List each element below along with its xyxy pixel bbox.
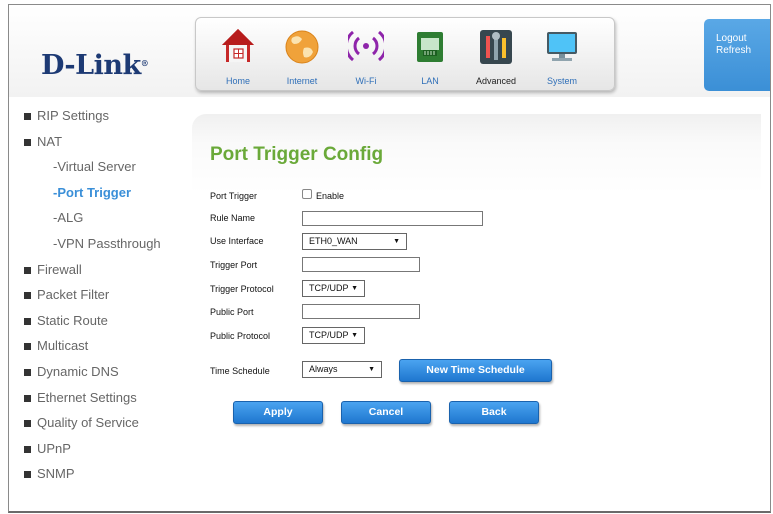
trigger-protocol-label: Trigger Protocol — [210, 284, 274, 294]
public-protocol-select[interactable]: TCP/UDP ▼ — [302, 327, 365, 344]
dropdown-arrow-icon: ▼ — [351, 285, 358, 292]
nav-label-lan: LAN — [421, 76, 439, 86]
use-interface-label: Use Interface — [210, 236, 264, 246]
sidebar-item-label: -Virtual Server — [53, 159, 136, 175]
sidebar-item-nat[interactable]: NAT — [24, 132, 194, 158]
sidebar-item-label: Dynamic DNS — [37, 363, 119, 379]
enable-checkbox[interactable] — [302, 189, 312, 199]
sidebar-item-virtual-server[interactable]: -Virtual Server — [24, 157, 194, 183]
sidebar-item-label: -VPN Passthrough — [53, 235, 161, 251]
sidebar-item-port-trigger[interactable]: -Port Trigger — [24, 183, 194, 209]
sidebar-item-label: Quality of Service — [37, 415, 139, 431]
trigger-protocol-value: TCP/UDP — [309, 283, 349, 293]
use-interface-value: ETH0_WAN — [309, 236, 358, 246]
content-panel — [192, 114, 761, 506]
tools-icon — [480, 30, 512, 64]
bullet-icon — [24, 113, 31, 120]
account-panel: Logout Refresh — [704, 19, 770, 91]
nav-label-wifi: Wi-Fi — [355, 76, 377, 86]
trigger-protocol-select[interactable]: TCP/UDP ▼ — [302, 280, 365, 297]
sidebar-item-label: NAT — [37, 133, 63, 149]
bullet-icon — [24, 394, 31, 402]
bullet-icon — [24, 471, 31, 479]
back-button[interactable]: Back — [449, 401, 539, 424]
sidebar-item-label: SNMP — [37, 466, 75, 482]
bullet-icon — [24, 343, 31, 351]
sidebar-item-label: Firewall — [37, 261, 82, 277]
cancel-button[interactable]: Cancel — [341, 401, 431, 424]
sidebar-item-rip-settings[interactable]: RIP Settings — [24, 106, 194, 132]
wifi-icon — [348, 30, 384, 62]
bullet-icon — [24, 420, 31, 428]
bullet-icon — [24, 445, 31, 453]
nav-internet[interactable]: Internet — [272, 22, 332, 88]
registered-mark: ® — [140, 58, 149, 68]
sidebar-item-snmp[interactable]: SNMP — [24, 464, 194, 490]
dlink-logo: D-Link® — [41, 50, 149, 81]
use-interface-select[interactable]: ETH0_WAN ▼ — [302, 233, 407, 250]
nav-label-internet: Internet — [286, 76, 318, 86]
rule-name-input[interactable] — [302, 211, 483, 226]
time-schedule-select[interactable]: Always ▼ — [302, 361, 382, 378]
time-schedule-value: Always — [309, 364, 338, 374]
sidebar-item-firewall[interactable]: Firewall — [24, 260, 194, 286]
port-trigger-label: Port Trigger — [210, 191, 258, 201]
nav-home[interactable]: Home — [208, 22, 268, 88]
main-nav: Home Internet Wi-Fi LAN Advanced System — [195, 17, 615, 91]
dropdown-arrow-icon: ▼ — [368, 366, 375, 373]
sidebar-item-upnp[interactable]: UPnP — [24, 439, 194, 465]
sidebar-item-multicast[interactable]: Multicast — [24, 336, 194, 362]
globe-icon — [285, 30, 319, 64]
nav-lan[interactable]: LAN — [400, 22, 460, 88]
new-time-schedule-button[interactable]: New Time Schedule — [399, 359, 552, 382]
nav-system[interactable]: System — [532, 22, 592, 88]
trigger-port-input[interactable] — [302, 257, 420, 272]
sidebar-item-label: -Port Trigger — [53, 184, 132, 200]
bullet-icon — [24, 317, 31, 325]
trigger-port-label: Trigger Port — [210, 260, 258, 270]
bullet-icon — [24, 368, 31, 376]
sidebar: RIP Settings NAT -Virtual Server -Port T… — [24, 106, 194, 490]
sidebar-item-dynamic-dns[interactable]: Dynamic DNS — [24, 362, 194, 388]
home-icon — [222, 29, 254, 62]
bullet-icon — [24, 292, 31, 300]
dropdown-arrow-icon: ▼ — [351, 332, 358, 339]
sidebar-item-packet-filter[interactable]: Packet Filter — [24, 285, 194, 311]
sidebar-item-static-route[interactable]: Static Route — [24, 311, 194, 337]
bullet-icon — [24, 138, 31, 146]
monitor-icon — [547, 32, 577, 61]
sidebar-item-label: Static Route — [37, 312, 108, 328]
lan-icon — [417, 32, 443, 62]
sidebar-item-label: RIP Settings — [37, 108, 110, 123]
sidebar-item-label: Ethernet Settings — [37, 389, 137, 405]
page-title: Port Trigger Config — [210, 144, 384, 165]
bullet-icon — [24, 266, 31, 274]
sidebar-item-vpn-passthrough[interactable]: -VPN Passthrough — [24, 234, 194, 260]
nav-label-home: Home — [225, 76, 250, 86]
public-port-label: Public Port — [210, 307, 254, 317]
nav-label-advanced: Advanced — [475, 76, 517, 86]
public-port-input[interactable] — [302, 304, 420, 319]
sidebar-item-label: UPnP — [37, 440, 71, 456]
time-schedule-label: Time Schedule — [210, 366, 270, 376]
logout-link[interactable]: Logout — [704, 33, 770, 45]
nav-label-system: System — [546, 76, 577, 86]
sidebar-item-alg[interactable]: -ALG — [24, 208, 194, 234]
sidebar-item-label: -ALG — [53, 210, 84, 226]
public-protocol-value: TCP/UDP — [309, 330, 349, 340]
public-protocol-label: Public Protocol — [210, 331, 271, 341]
dropdown-arrow-icon: ▼ — [393, 238, 400, 245]
refresh-link[interactable]: Refresh — [704, 45, 770, 57]
logo-text: D-Link — [41, 50, 141, 81]
enable-label: Enable — [316, 191, 345, 201]
rule-name-label: Rule Name — [210, 213, 256, 223]
sidebar-item-label: Packet Filter — [37, 287, 110, 303]
apply-button[interactable]: Apply — [233, 401, 323, 424]
nav-advanced[interactable]: Advanced — [466, 22, 526, 88]
sidebar-item-label: Multicast — [37, 338, 89, 354]
nav-wifi[interactable]: Wi-Fi — [336, 22, 396, 88]
sidebar-item-quality-of-service[interactable]: Quality of Service — [24, 413, 194, 439]
sidebar-item-ethernet-settings[interactable]: Ethernet Settings — [24, 388, 194, 414]
